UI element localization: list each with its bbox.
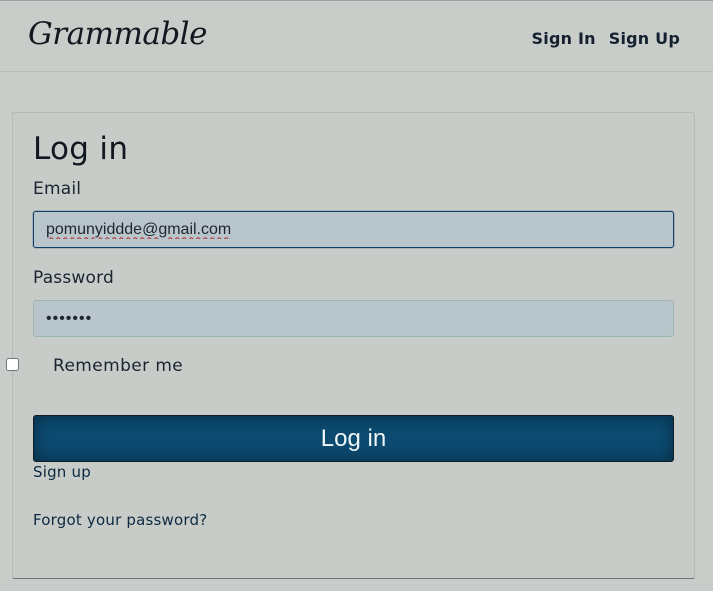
page-title: Log in	[33, 131, 129, 167]
sign-up-form-link[interactable]: Sign up	[33, 462, 91, 482]
remember-me-row: Remember me	[6, 354, 263, 378]
remember-me-checkbox[interactable]	[6, 358, 19, 371]
log-in-button[interactable]: Log in	[33, 415, 674, 462]
remember-me-label[interactable]: Remember me	[53, 356, 183, 376]
login-card: Log in Email Password Remember me Log in…	[6, 112, 695, 579]
email-label: Email	[33, 179, 82, 199]
password-label: Password	[33, 268, 115, 288]
email-field[interactable]	[33, 211, 674, 248]
top-navbar: Grammable Sign In Sign Up	[0, 0, 713, 72]
password-field[interactable]	[33, 300, 674, 337]
sign-in-link[interactable]: Sign In	[532, 29, 596, 49]
sign-up-link[interactable]: Sign Up	[609, 29, 680, 49]
top-nav-links: Sign In Sign Up	[532, 29, 680, 49]
brand-logo-link[interactable]: Grammable	[28, 19, 207, 50]
forgot-password-link[interactable]: Forgot your password?	[33, 510, 207, 530]
